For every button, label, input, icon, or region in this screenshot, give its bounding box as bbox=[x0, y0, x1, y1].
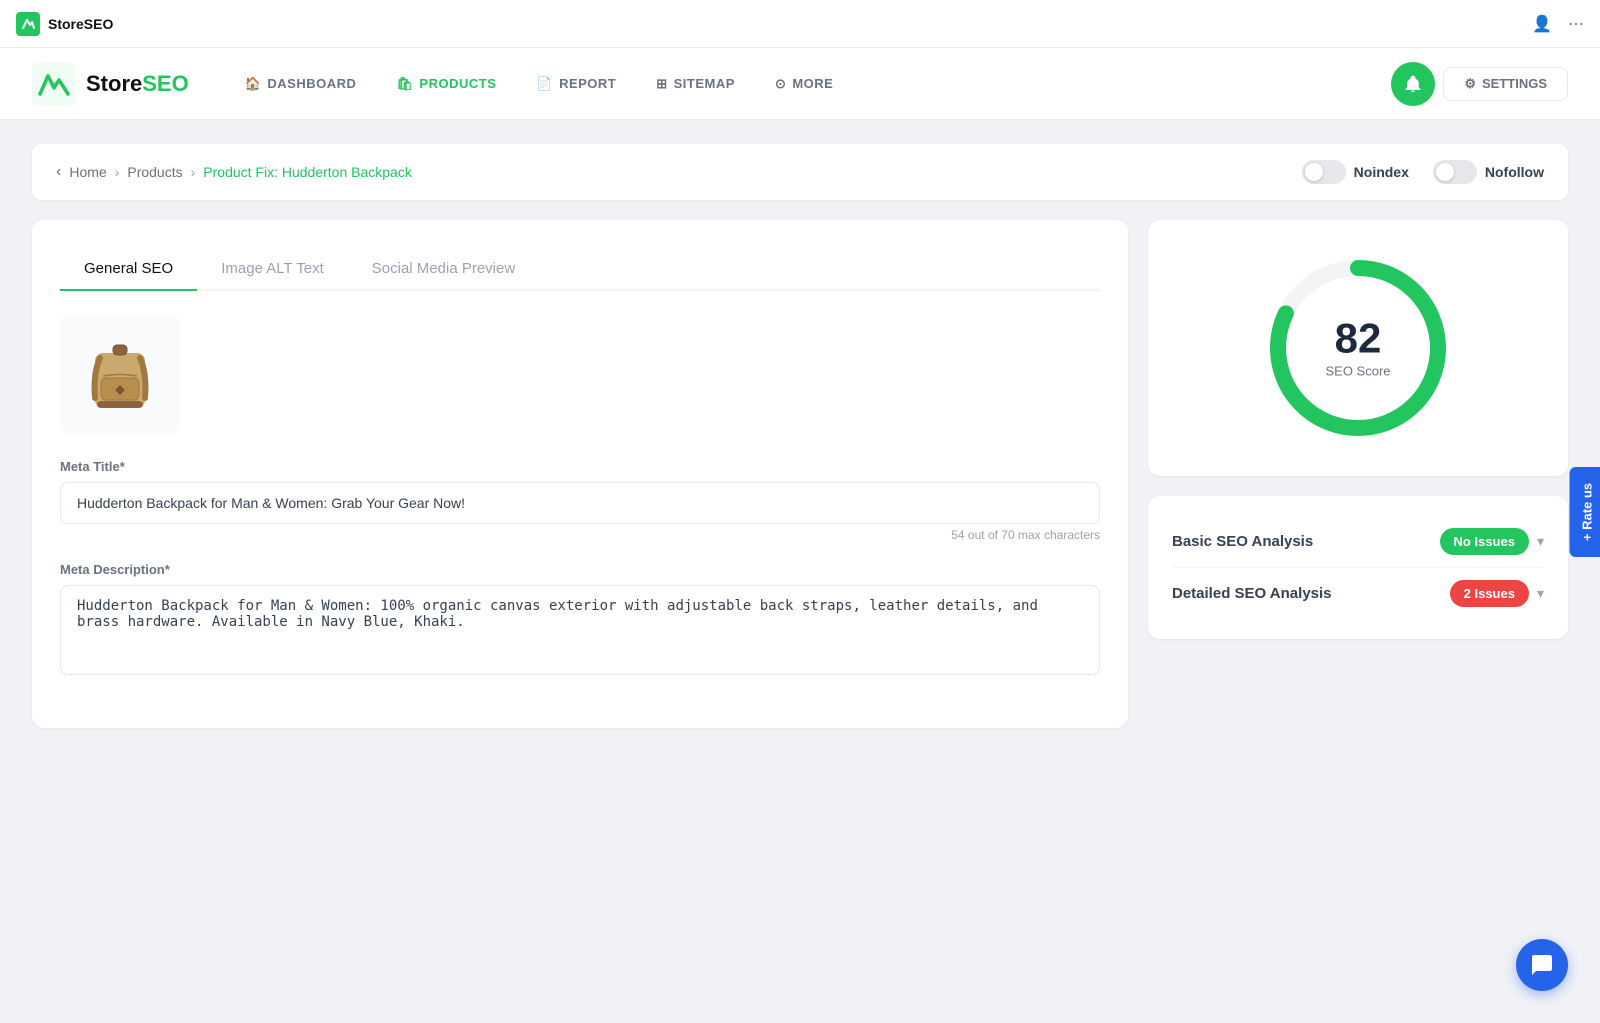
basic-seo-badge: No Issues bbox=[1440, 528, 1529, 555]
basic-seo-right: No Issues ▾ bbox=[1440, 528, 1544, 555]
breadcrumb-sep-1: › bbox=[115, 164, 120, 180]
notifications-bell[interactable] bbox=[1391, 62, 1435, 106]
chat-button[interactable] bbox=[1516, 939, 1568, 991]
score-circle: 82 SEO Score bbox=[1258, 248, 1458, 448]
analysis-card: Basic SEO Analysis No Issues ▾ Detailed … bbox=[1148, 496, 1568, 639]
report-icon: 📄 bbox=[536, 76, 553, 92]
nofollow-toggle-group: Nofollow bbox=[1433, 160, 1544, 184]
nav-logo: StoreSEO bbox=[32, 62, 189, 106]
nav-right: ⚙ SETTINGS bbox=[1391, 62, 1568, 106]
detailed-seo-badge: 2 Issues bbox=[1450, 580, 1529, 607]
nav-item-report[interactable]: 📄 REPORT bbox=[520, 68, 632, 100]
more-nav-icon: ⊙ bbox=[775, 76, 786, 92]
product-image bbox=[60, 315, 180, 435]
score-text-overlay: 82 SEO Score bbox=[1325, 318, 1390, 379]
meta-desc-input[interactable]: Hudderton Backpack for Man & Women: 100%… bbox=[60, 585, 1100, 675]
main-grid: General SEO Image ALT Text Social Media … bbox=[32, 220, 1568, 728]
logo-text: StoreSEO bbox=[86, 71, 189, 97]
sitemap-icon: ⊞ bbox=[656, 76, 667, 92]
nav-item-more[interactable]: ⊙ MORE bbox=[759, 68, 849, 100]
nav-label-products: PRODUCTS bbox=[419, 76, 496, 91]
title-bar: StoreSEO 👤 ⋯ bbox=[0, 0, 1600, 48]
logo-icon bbox=[32, 62, 76, 106]
backpack-image bbox=[85, 333, 155, 418]
meta-desc-label: Meta Description* bbox=[60, 562, 1100, 577]
meta-title-input[interactable] bbox=[60, 482, 1100, 524]
meta-title-hint: 54 out of 70 max characters bbox=[60, 528, 1100, 542]
nofollow-label: Nofollow bbox=[1485, 164, 1544, 180]
basic-seo-row: Basic SEO Analysis No Issues ▾ bbox=[1172, 516, 1544, 568]
left-panel: General SEO Image ALT Text Social Media … bbox=[32, 220, 1128, 728]
settings-label: SETTINGS bbox=[1482, 76, 1547, 91]
detailed-seo-label: Detailed SEO Analysis bbox=[1172, 585, 1332, 602]
nav-label-more: MORE bbox=[792, 76, 833, 91]
noindex-label: Noindex bbox=[1354, 164, 1409, 180]
breadcrumb-row: ‹ Home › Products › Product Fix: Huddert… bbox=[32, 144, 1568, 200]
score-label: SEO Score bbox=[1325, 364, 1390, 379]
basic-seo-chevron[interactable]: ▾ bbox=[1537, 533, 1544, 550]
nav-label-sitemap: SITEMAP bbox=[674, 76, 735, 91]
rate-us-button[interactable]: + Rate us bbox=[1569, 466, 1600, 556]
detailed-seo-chevron[interactable]: ▾ bbox=[1537, 585, 1544, 602]
breadcrumb: ‹ Home › Products › Product Fix: Huddert… bbox=[56, 163, 412, 181]
title-bar-left: StoreSEO bbox=[16, 12, 113, 36]
breadcrumb-toggles: Noindex Nofollow bbox=[1302, 160, 1544, 184]
nav-item-dashboard[interactable]: 🏠 DASHBOARD bbox=[229, 68, 373, 100]
nav-label-report: REPORT bbox=[559, 76, 616, 91]
settings-button[interactable]: ⚙ SETTINGS bbox=[1443, 67, 1568, 101]
nav-label-dashboard: DASHBOARD bbox=[267, 76, 356, 91]
dashboard-icon: 🏠 bbox=[245, 76, 262, 92]
breadcrumb-sep-2: › bbox=[191, 164, 196, 180]
tab-social-media-preview[interactable]: Social Media Preview bbox=[348, 248, 539, 291]
meta-desc-group: Meta Description* Hudderton Backpack for… bbox=[60, 562, 1100, 680]
more-icon[interactable]: ⋯ bbox=[1568, 14, 1584, 34]
nav-item-products[interactable]: 🛍 PRODUCTS bbox=[380, 68, 512, 100]
main-nav: StoreSEO 🏠 DASHBOARD 🛍 PRODUCTS 📄 REPORT… bbox=[0, 48, 1600, 120]
basic-seo-label: Basic SEO Analysis bbox=[1172, 533, 1313, 550]
app-title: StoreSEO bbox=[48, 16, 113, 32]
nofollow-toggle[interactable] bbox=[1433, 160, 1477, 184]
meta-title-label: Meta Title* bbox=[60, 459, 1100, 474]
detailed-seo-right: 2 Issues ▾ bbox=[1450, 580, 1544, 607]
content-area: ‹ Home › Products › Product Fix: Huddert… bbox=[0, 120, 1600, 752]
chat-icon bbox=[1530, 953, 1554, 977]
breadcrumb-current: Product Fix: Hudderton Backpack bbox=[203, 164, 412, 180]
score-number: 82 bbox=[1325, 318, 1390, 360]
meta-title-group: Meta Title* 54 out of 70 max characters bbox=[60, 459, 1100, 542]
breadcrumb-home[interactable]: Home bbox=[69, 164, 106, 180]
user-icon[interactable]: 👤 bbox=[1532, 14, 1552, 34]
settings-icon: ⚙ bbox=[1464, 76, 1476, 92]
tabs: General SEO Image ALT Text Social Media … bbox=[60, 248, 1100, 291]
tab-general-seo[interactable]: General SEO bbox=[60, 248, 197, 291]
noindex-toggle-group: Noindex bbox=[1302, 160, 1409, 184]
breadcrumb-products[interactable]: Products bbox=[127, 164, 182, 180]
products-icon: 🛍 bbox=[396, 76, 413, 92]
app-logo-small bbox=[16, 12, 40, 36]
noindex-toggle[interactable] bbox=[1302, 160, 1346, 184]
right-panel: 82 SEO Score Basic SEO Analysis No Issue… bbox=[1148, 220, 1568, 728]
back-button[interactable]: ‹ bbox=[56, 163, 61, 181]
nav-item-sitemap[interactable]: ⊞ SITEMAP bbox=[640, 68, 751, 100]
tab-image-alt-text[interactable]: Image ALT Text bbox=[197, 248, 348, 291]
seo-score-card: 82 SEO Score bbox=[1148, 220, 1568, 476]
detailed-seo-row: Detailed SEO Analysis 2 Issues ▾ bbox=[1172, 568, 1544, 619]
title-bar-actions: 👤 ⋯ bbox=[1532, 14, 1584, 34]
nav-items: 🏠 DASHBOARD 🛍 PRODUCTS 📄 REPORT ⊞ SITEMA… bbox=[229, 68, 1392, 100]
